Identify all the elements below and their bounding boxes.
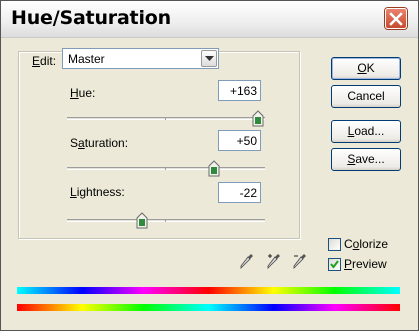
ok-button[interactable]: OK <box>331 57 401 80</box>
chevron-down-icon <box>205 56 214 61</box>
save-button[interactable]: Save... <box>331 148 401 171</box>
input-color-bar <box>17 304 400 311</box>
hue-slider-thumb[interactable] <box>252 110 264 127</box>
dropdown-button[interactable] <box>201 50 217 67</box>
hue-center-tick <box>165 117 166 120</box>
dialog-title: Hue/Saturation <box>11 7 171 29</box>
lightness-label: Lightness: <box>70 185 125 199</box>
hue-label: Hue: <box>70 86 96 100</box>
hue-field[interactable]: +163 <box>218 80 261 101</box>
saturation-slider-thumb[interactable] <box>208 160 220 177</box>
checkmark-icon <box>330 260 339 269</box>
lightness-field[interactable]: -22 <box>218 182 261 203</box>
close-icon <box>389 12 403 26</box>
lightness-slider-track[interactable] <box>67 219 265 222</box>
lightness-slider-thumb[interactable] <box>136 212 148 229</box>
saturation-slider-track[interactable] <box>67 167 265 170</box>
saturation-center-tick <box>165 167 166 170</box>
preview-label[interactable]: Preview <box>344 257 387 271</box>
lightness-center-tick <box>165 219 166 222</box>
preview-checkbox[interactable] <box>328 258 341 271</box>
close-button[interactable] <box>385 8 407 29</box>
adjusted-color-bar <box>17 287 400 294</box>
colorize-label[interactable]: Colorize <box>344 237 388 251</box>
load-button[interactable]: Load... <box>331 120 401 143</box>
eyedropper-minus-icon[interactable] <box>292 252 308 270</box>
hue-slider-track[interactable] <box>67 117 265 120</box>
saturation-label: Saturation: <box>70 136 129 150</box>
edit-label: Edit: <box>32 54 57 68</box>
eyedropper-plus-icon[interactable] <box>266 252 282 270</box>
hue-saturation-dialog: Hue/Saturation Edit: Master Hue: +163 Sa… <box>0 0 419 331</box>
saturation-field[interactable]: +50 <box>218 130 261 151</box>
title-bar[interactable]: Hue/Saturation <box>1 1 418 38</box>
colorize-checkbox[interactable] <box>328 238 341 251</box>
edit-channel-value: Master <box>68 52 105 66</box>
edit-channel-select[interactable]: Master <box>62 48 219 69</box>
cancel-button[interactable]: Cancel <box>331 85 401 108</box>
eyedropper-icon[interactable] <box>239 252 255 270</box>
